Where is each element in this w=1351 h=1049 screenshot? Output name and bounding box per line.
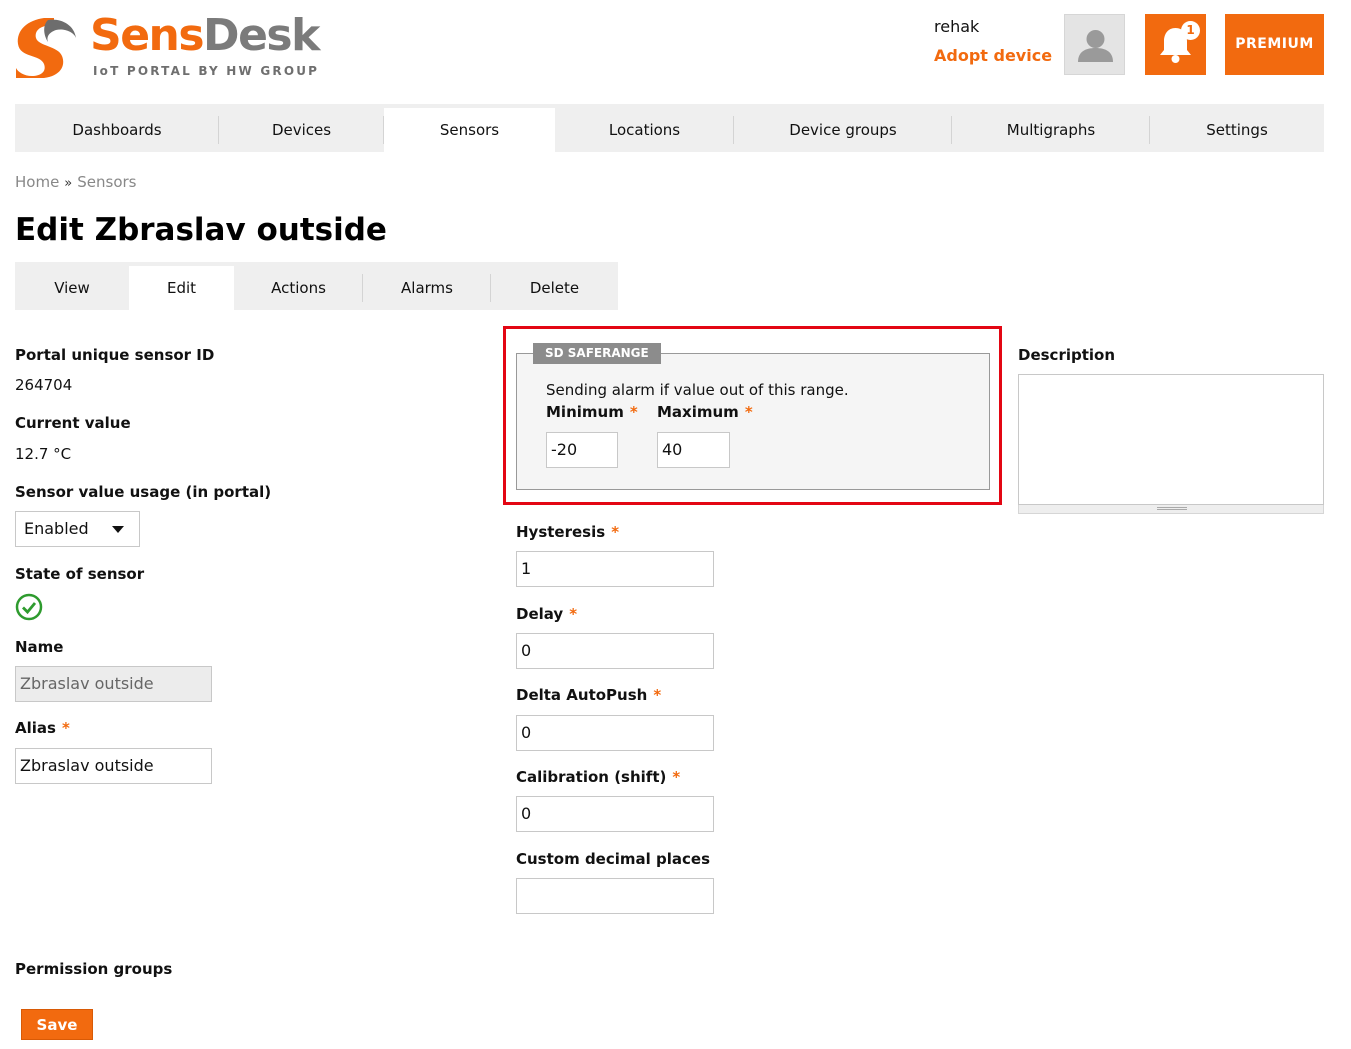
user-icon <box>1078 30 1113 62</box>
tab-dashboards[interactable]: Dashboards <box>15 104 219 152</box>
saferange-fieldset <box>516 353 990 490</box>
tab-locations[interactable]: Locations <box>555 104 734 152</box>
save-button[interactable]: Save <box>21 1009 93 1040</box>
required-mark: * <box>629 403 638 421</box>
brand-tagline: IoT PORTAL BY HW GROUP <box>93 64 320 78</box>
username: rehak <box>934 17 980 36</box>
brand-name: SensDesk <box>90 10 320 62</box>
adopt-device-link[interactable]: Adopt device <box>934 46 1052 65</box>
current-value: 12.7 °C <box>15 445 72 463</box>
tab-view[interactable]: View <box>15 262 129 310</box>
sensor-subnav: View Edit Actions Alarms Delete <box>15 262 618 310</box>
required-mark: * <box>744 403 753 421</box>
check-circle-icon <box>15 593 43 621</box>
calibration-field[interactable]: 0 <box>516 796 714 832</box>
maximum-label: Maximum * <box>657 403 753 421</box>
hysteresis-label: Hysteresis * <box>516 523 619 541</box>
decimal-places-label: Custom decimal places <box>516 850 710 868</box>
tab-devices[interactable]: Devices <box>219 104 384 152</box>
required-mark: * <box>569 605 578 623</box>
tab-delete[interactable]: Delete <box>491 262 618 310</box>
caret-down-icon <box>112 526 124 533</box>
state-label: State of sensor <box>15 565 145 583</box>
hysteresis-label-text: Hysteresis <box>516 523 606 541</box>
maximum-field[interactable]: 40 <box>657 432 730 468</box>
required-mark: * <box>672 768 681 786</box>
breadcrumb-home[interactable]: Home <box>15 173 59 191</box>
tab-settings[interactable]: Settings <box>1150 104 1324 152</box>
alias-label-text: Alias <box>15 719 56 737</box>
main-navigation: Dashboards Devices Sensors Locations Dev… <box>15 104 1324 152</box>
usage-select[interactable]: Enabled <box>15 511 140 547</box>
saferange-legend: SD SAFERANGE <box>533 343 661 364</box>
grip-line <box>1157 509 1187 510</box>
maximum-label-text: Maximum <box>657 403 739 421</box>
calibration-label-text: Calibration (shift) <box>516 768 667 786</box>
saferange-note: Sending alarm if value out of this range… <box>546 381 849 399</box>
name-label: Name <box>15 638 64 656</box>
decimal-places-field[interactable] <box>516 878 714 914</box>
required-mark: * <box>653 686 662 704</box>
current-value-label: Current value <box>15 414 131 432</box>
tab-sensors[interactable]: Sensors <box>384 108 555 152</box>
breadcrumb-separator: » <box>64 176 73 191</box>
required-mark: * <box>611 523 620 541</box>
minimum-field[interactable]: -20 <box>546 432 618 468</box>
tab-device-groups[interactable]: Device groups <box>734 104 952 152</box>
sensor-id-value: 264704 <box>15 376 73 394</box>
page-title: Edit Zbraslav outside <box>15 212 387 248</box>
alias-field[interactable]: Zbraslav outside <box>15 748 212 784</box>
sensdesk-logo-icon <box>16 18 76 78</box>
delta-autopush-label: Delta AutoPush * <box>516 686 661 704</box>
calibration-label: Calibration (shift) * <box>516 768 680 786</box>
delay-label: Delay * <box>516 605 577 623</box>
breadcrumb-sensors[interactable]: Sensors <box>77 173 136 191</box>
delta-autopush-field[interactable]: 0 <box>516 715 714 751</box>
brand-name-part1: Sens <box>90 10 205 61</box>
description-label: Description <box>1018 346 1116 364</box>
grip-line <box>1157 507 1187 508</box>
required-mark: * <box>61 719 70 737</box>
tab-actions[interactable]: Actions <box>234 262 363 310</box>
brand-name-part2: Desk <box>203 10 320 61</box>
notification-count-badge: 1 <box>1181 21 1200 40</box>
user-profile-button[interactable] <box>1064 14 1125 75</box>
minimum-label: Minimum * <box>546 403 638 421</box>
description-textarea[interactable] <box>1018 374 1324 505</box>
premium-button[interactable]: PREMIUM <box>1225 14 1324 75</box>
alias-label: Alias * <box>15 719 70 737</box>
hysteresis-field[interactable]: 1 <box>516 551 714 587</box>
delay-field[interactable]: 0 <box>516 633 714 669</box>
name-field: Zbraslav outside <box>15 666 212 702</box>
textarea-resize-bar[interactable] <box>1018 505 1324 514</box>
tab-alarms[interactable]: Alarms <box>363 262 491 310</box>
usage-label: Sensor value usage (in portal) <box>15 483 272 501</box>
delay-label-text: Delay <box>516 605 564 623</box>
usage-select-value: Enabled <box>24 519 89 538</box>
sensor-id-label: Portal unique sensor ID <box>15 346 215 364</box>
delta-autopush-label-text: Delta AutoPush <box>516 686 648 704</box>
breadcrumb: Home » Sensors <box>15 173 137 191</box>
tab-edit[interactable]: Edit <box>129 266 234 310</box>
permission-groups-label: Permission groups <box>15 960 173 978</box>
minimum-label-text: Minimum <box>546 403 624 421</box>
tab-multigraphs[interactable]: Multigraphs <box>952 104 1150 152</box>
